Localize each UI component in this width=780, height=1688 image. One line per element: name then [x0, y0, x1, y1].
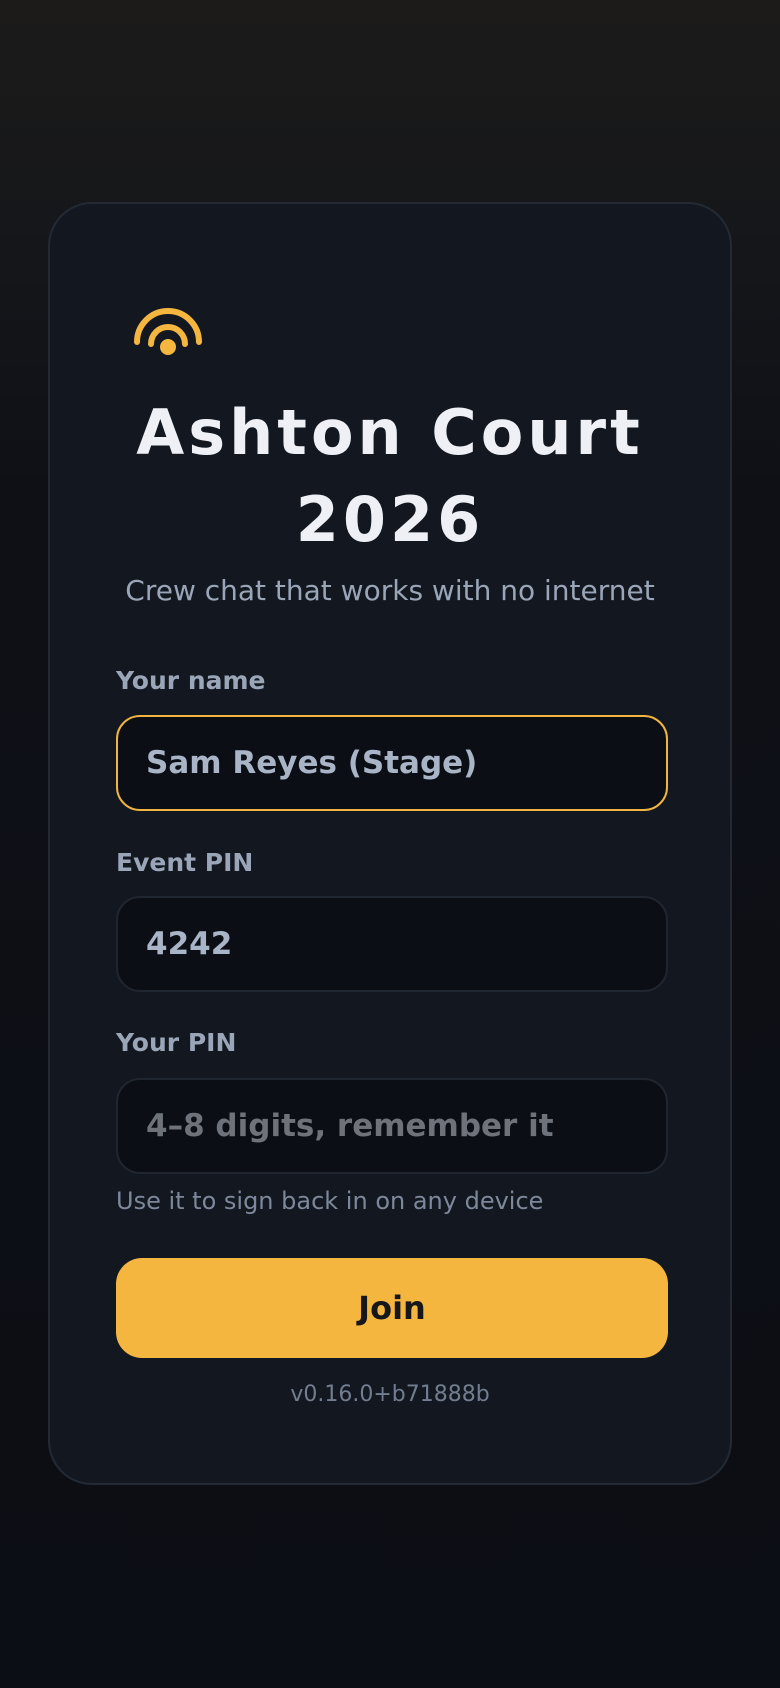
pin-hint: Use it to sign back in on any device [116, 1187, 544, 1215]
name-input[interactable] [146, 745, 638, 781]
event-pin-label: Event PIN [116, 848, 254, 877]
page-subtitle: Crew chat that works with no internet [125, 574, 655, 607]
login-card: Ashton Court 2026 Crew chat that works w… [48, 202, 732, 1485]
name-field [116, 715, 668, 811]
page-title: Ashton Court 2026 [136, 396, 644, 556]
your-pin-label: Your PIN [116, 1028, 237, 1057]
join-button[interactable]: Join [116, 1258, 668, 1358]
event-pin-input[interactable] [146, 926, 638, 962]
your-pin-input[interactable] [146, 1108, 638, 1144]
event-pin-field [116, 896, 668, 992]
version-label: v0.16.0+b71888b [290, 1382, 490, 1407]
your-pin-field [116, 1078, 668, 1174]
name-label: Your name [116, 666, 266, 695]
wireless-signal-icon [134, 308, 202, 355]
